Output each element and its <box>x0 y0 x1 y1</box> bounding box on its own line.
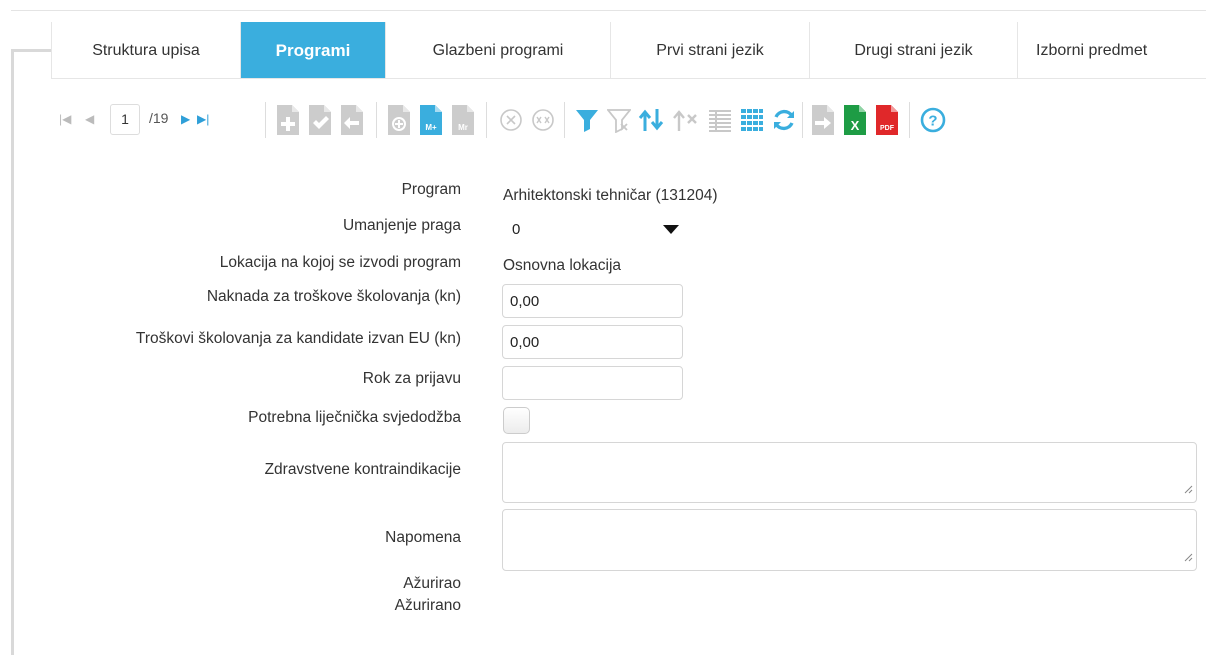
last-page-icon[interactable]: ▶| <box>197 112 209 126</box>
next-page-icon[interactable]: ▶ <box>181 112 190 126</box>
page-total: /19 <box>149 110 169 126</box>
deadline-input[interactable] <box>502 366 683 400</box>
refresh-icon[interactable] <box>771 104 797 136</box>
svg-text:PDF: PDF <box>880 125 895 132</box>
tab-bar-underline <box>51 78 1206 79</box>
cancel-icon[interactable] <box>498 104 524 136</box>
tab-prvi-strani-jezik[interactable]: Prvi strani jezik <box>611 22 810 79</box>
resize-handle-icon[interactable] <box>1184 481 1193 499</box>
help-icon[interactable]: ? <box>919 104 947 136</box>
toolbar-separator <box>376 102 377 138</box>
svg-text:Mr: Mr <box>458 123 468 132</box>
program-label: Program <box>401 181 461 198</box>
medical-certificate-label: Potrebna liječnička svjedodžba <box>248 409 461 426</box>
note-label: Napomena <box>385 529 461 546</box>
filter-icon[interactable] <box>574 104 600 136</box>
threshold-label: Umanjenje praga <box>342 217 461 234</box>
updated-at-label: Ažurirano <box>394 597 461 614</box>
tab-drugi-strani-jezik[interactable]: Drugi strani jezik <box>810 22 1018 79</box>
grid-icon[interactable] <box>739 104 765 136</box>
threshold-selected-value: 0 <box>512 221 521 238</box>
tab-programi[interactable]: Programi <box>241 22 386 79</box>
previous-page-icon[interactable]: ◀ <box>85 112 94 126</box>
medical-certificate-checkbox[interactable] <box>503 407 530 434</box>
deadline-label: Rok za prijavu <box>362 370 461 387</box>
tab-struktura-upisa[interactable]: Struktura upisa <box>51 22 241 79</box>
tab-bar: Struktura upisa Programi Glazbeni progra… <box>51 22 1206 79</box>
clear-filter-icon[interactable] <box>606 104 632 136</box>
program-value: Arhitektonski tehničar (131204) <box>503 187 718 204</box>
resize-handle-icon[interactable] <box>1184 549 1193 567</box>
fee-input[interactable] <box>502 284 683 318</box>
fee-label: Naknada za troškove školovanja (kn) <box>206 288 461 305</box>
cancel-all-icon[interactable] <box>530 104 556 136</box>
add-document-icon[interactable] <box>387 104 411 136</box>
clear-sort-icon[interactable] <box>672 104 700 136</box>
toolbar-separator <box>909 102 910 138</box>
toolbar-separator <box>265 102 266 138</box>
toolbar: |◀ ◀ 1 /19 ▶ ▶| M+ Mr X PDF ? <box>57 96 1206 144</box>
chevron-down-icon <box>663 225 679 234</box>
toolbar-separator <box>564 102 565 138</box>
confirm-record-icon[interactable] <box>308 104 332 136</box>
columns-icon[interactable] <box>707 104 733 136</box>
toolbar-separator <box>486 102 487 138</box>
updated-by-label: Ažurirao <box>403 575 461 592</box>
svg-text:?: ? <box>928 113 937 130</box>
pdf-export-icon[interactable]: PDF <box>875 104 899 136</box>
svg-text:X: X <box>851 118 860 133</box>
panel-frame-top <box>11 49 51 52</box>
contraindications-textarea[interactable] <box>502 442 1197 503</box>
mark-add-icon[interactable]: M+ <box>419 104 443 136</box>
toolbar-separator <box>802 102 803 138</box>
first-page-icon[interactable]: |◀ <box>59 112 71 126</box>
fee-non-eu-input[interactable] <box>502 325 683 359</box>
undo-record-icon[interactable] <box>340 104 364 136</box>
mark-remove-icon[interactable]: Mr <box>451 104 475 136</box>
tab-izborni-predmet[interactable]: Izborni predmet <box>1018 22 1206 79</box>
top-divider <box>11 10 1206 11</box>
sort-icon[interactable] <box>638 104 666 136</box>
panel-frame-left <box>11 49 14 655</box>
excel-export-icon[interactable]: X <box>843 104 867 136</box>
location-value: Osnovna lokacija <box>503 257 622 274</box>
fee-non-eu-label: Troškovi školovanja za kandidate izvan E… <box>135 330 461 347</box>
contraindications-label: Zdravstvene kontraindikacije <box>264 461 461 478</box>
svg-text:M+: M+ <box>425 123 437 132</box>
threshold-select[interactable]: 0 <box>502 213 683 247</box>
page-number-input[interactable]: 1 <box>110 104 140 135</box>
note-textarea[interactable] <box>502 509 1197 571</box>
tab-glazbeni-programi[interactable]: Glazbeni programi <box>386 22 611 79</box>
location-label: Lokacija na kojoj se izvodi program <box>219 254 461 271</box>
add-record-icon[interactable] <box>276 104 300 136</box>
export-icon[interactable] <box>811 104 835 136</box>
